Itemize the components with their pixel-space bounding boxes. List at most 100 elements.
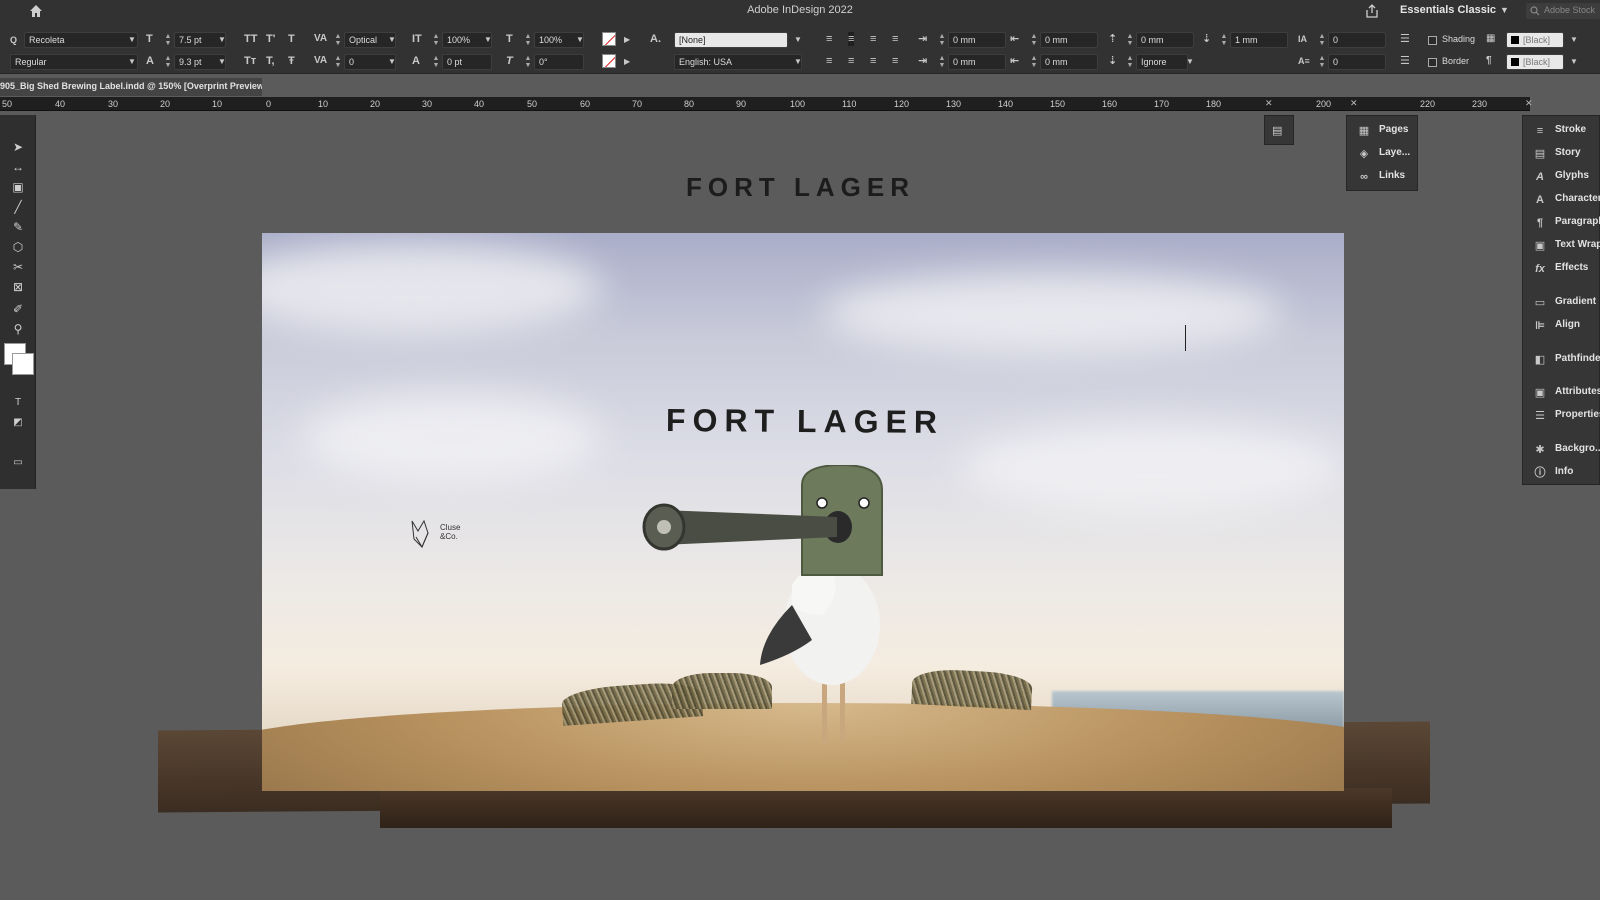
type-formatting-icon[interactable]: T: [10, 395, 26, 411]
chevron-down-icon[interactable]: ▼: [128, 35, 136, 44]
space-before-stepper[interactable]: ▲ ▼: [1126, 33, 1134, 47]
pencil-tool-icon[interactable]: ✎: [10, 219, 26, 235]
baseline-shift-stepper[interactable]: ▲ ▼: [432, 55, 440, 69]
border-color-field[interactable]: [Black]: [1506, 54, 1564, 70]
panel-dock-collapsed[interactable]: ▤: [1264, 115, 1294, 145]
panel-character[interactable]: A Character: [1533, 193, 1600, 211]
justify-icon[interactable]: ≡: [892, 32, 898, 46]
line-tool-icon[interactable]: ╱: [10, 199, 26, 215]
vertical-scale-stepper[interactable]: ▲ ▼: [432, 33, 440, 47]
close-icon[interactable]: ✕: [1350, 98, 1358, 109]
chevron-down-icon[interactable]: ▼: [128, 57, 136, 66]
all-caps-icon[interactable]: TT: [244, 32, 257, 46]
font-size-stepper[interactable]: ▲ ▼: [164, 33, 172, 47]
chevron-down-icon[interactable]: ▼: [1570, 57, 1578, 66]
seagull-illustration[interactable]: [642, 465, 922, 755]
stroke-swatch[interactable]: [602, 54, 616, 68]
panel-links[interactable]: ∞ Links: [1357, 170, 1405, 188]
skew-field[interactable]: 0°: [534, 54, 584, 70]
workspace-switcher[interactable]: Essentials Classic: [1400, 4, 1496, 16]
panel-pages[interactable]: ▦ Pages: [1357, 124, 1409, 142]
chevron-down-icon[interactable]: ▼: [1186, 57, 1194, 66]
panel-grip-icon[interactable]: ▤: [1272, 124, 1282, 137]
sand-strip-image[interactable]: [380, 788, 1392, 828]
chevron-down-icon[interactable]: ▼: [218, 57, 226, 66]
skew-stepper[interactable]: ▲ ▼: [524, 55, 532, 69]
last-line-indent-field[interactable]: 0 mm: [1040, 54, 1098, 70]
adobe-stock-search[interactable]: Adobe Stock: [1526, 3, 1600, 19]
label-title-text[interactable]: FORT LAGER: [666, 402, 944, 441]
chevron-down-icon[interactable]: ▼: [388, 35, 396, 44]
left-indent-field[interactable]: 0 mm: [948, 32, 1006, 48]
first-line-indent-field[interactable]: 0 mm: [948, 54, 1006, 70]
kerning-stepper[interactable]: ▲ ▼: [334, 33, 342, 47]
panel-glyphs[interactable]: A Glyphs: [1533, 170, 1589, 188]
align-center-icon[interactable]: ≡: [848, 32, 855, 46]
panel-layers[interactable]: ◈ Laye...: [1357, 147, 1410, 165]
pasteboard-title-text[interactable]: FORT LAGER: [686, 172, 915, 203]
frame-tool-icon[interactable]: ⊠: [10, 279, 26, 295]
shading-checkbox[interactable]: [1428, 36, 1437, 45]
left-indent-stepper[interactable]: ▲ ▼: [938, 33, 946, 47]
first-line-indent-stepper[interactable]: ▲ ▼: [938, 55, 946, 69]
chevron-down-icon[interactable]: ▼: [484, 35, 492, 44]
strikethrough-icon[interactable]: Ŧ: [288, 54, 295, 68]
shading-settings-icon[interactable]: ▦: [1486, 32, 1495, 46]
subscript-icon[interactable]: T,: [266, 54, 275, 68]
chevron-down-icon[interactable]: ▼: [1500, 5, 1509, 15]
horizontal-ruler[interactable]: ✕ ✕ ✕ 50 40 30 20 10 0 10 20 30 40 50 60 70 80 90 100 11…: [0, 97, 1533, 111]
align-left-icon[interactable]: ≡: [826, 32, 832, 46]
right-indent-stepper[interactable]: ▲ ▼: [1030, 33, 1038, 47]
small-caps-icon[interactable]: Tт: [244, 54, 256, 68]
label-artwork[interactable]: FORT LAGER Cluse &Co.: [262, 233, 1344, 791]
share-icon[interactable]: [1364, 3, 1380, 19]
space-before-field[interactable]: 0 mm: [1136, 32, 1194, 48]
chevron-down-icon[interactable]: ▼: [794, 57, 802, 66]
selection-tool-icon[interactable]: ➤: [10, 139, 26, 155]
panel-paragraph[interactable]: ¶ Paragraph: [1533, 216, 1600, 234]
numbering-icon[interactable]: ☰: [1400, 54, 1410, 68]
superscript-icon[interactable]: T': [266, 32, 275, 46]
panel-info[interactable]: ⓘ Info: [1533, 466, 1574, 482]
apply-none-icon[interactable]: ◩: [10, 415, 26, 431]
screen-mode-icon[interactable]: ▭: [10, 455, 26, 471]
align-right-icon[interactable]: ≡: [870, 32, 876, 46]
last-line-indent-stepper[interactable]: ▲ ▼: [1030, 55, 1038, 69]
panel-effects[interactable]: fx Effects: [1533, 262, 1588, 280]
panel-text-wrap[interactable]: ▣ Text Wrap: [1533, 239, 1600, 257]
zoom-tool-icon[interactable]: ⚲: [10, 321, 26, 337]
panel-align[interactable]: ⊫ Align: [1533, 319, 1580, 337]
chevron-right-icon[interactable]: ▶: [624, 57, 630, 66]
font-family-field[interactable]: Recoleta: [24, 32, 138, 48]
polygon-tool-icon[interactable]: ⬡: [10, 239, 26, 255]
gap-tool-icon[interactable]: ↔: [10, 159, 26, 175]
shading-color-field[interactable]: [Black]: [1506, 32, 1564, 48]
drop-cap-lines-field[interactable]: 0: [1328, 32, 1386, 48]
hyphenation-field[interactable]: Ignore: [1136, 54, 1188, 70]
close-icon[interactable]: ✕: [1265, 98, 1273, 109]
drop-cap-lines-stepper[interactable]: ▲ ▼: [1318, 33, 1326, 47]
panel-properties[interactable]: ☰ Properties: [1533, 409, 1600, 427]
eyedropper-tool-icon[interactable]: ✐: [10, 301, 26, 317]
chevron-down-icon[interactable]: ▼: [576, 35, 584, 44]
document-tab[interactable]: 905_Big Shed Brewing Label.indd @ 150% […: [0, 78, 262, 96]
border-checkbox[interactable]: [1428, 58, 1437, 67]
language-field[interactable]: English: USA: [674, 54, 802, 70]
panel-background-tasks[interactable]: ✱ Backgro...: [1533, 443, 1600, 461]
justify-right-icon[interactable]: ≡: [870, 54, 876, 68]
drop-cap-chars-stepper[interactable]: ▲ ▼: [1318, 55, 1326, 69]
chevron-down-icon[interactable]: ▼: [388, 57, 396, 66]
panel-stroke[interactable]: ≡ Stroke: [1533, 124, 1586, 142]
character-style-field[interactable]: [None]: [674, 32, 788, 48]
font-style-field[interactable]: Regular: [10, 54, 138, 70]
chevron-down-icon[interactable]: ▼: [1570, 35, 1578, 44]
right-indent-field[interactable]: 0 mm: [1040, 32, 1098, 48]
space-after-field[interactable]: 1 mm: [1230, 32, 1288, 48]
space-after-stepper[interactable]: ▲ ▼: [1220, 33, 1228, 47]
panel-pathfinder[interactable]: ◧ Pathfinder: [1533, 353, 1600, 371]
justify-center-icon[interactable]: ≡: [848, 54, 854, 68]
stroke-swatch[interactable]: [12, 353, 34, 375]
chevron-down-icon[interactable]: ▼: [794, 35, 802, 44]
chevron-down-icon[interactable]: ▼: [218, 35, 226, 44]
panel-attributes[interactable]: ▣ Attributes: [1533, 386, 1600, 404]
